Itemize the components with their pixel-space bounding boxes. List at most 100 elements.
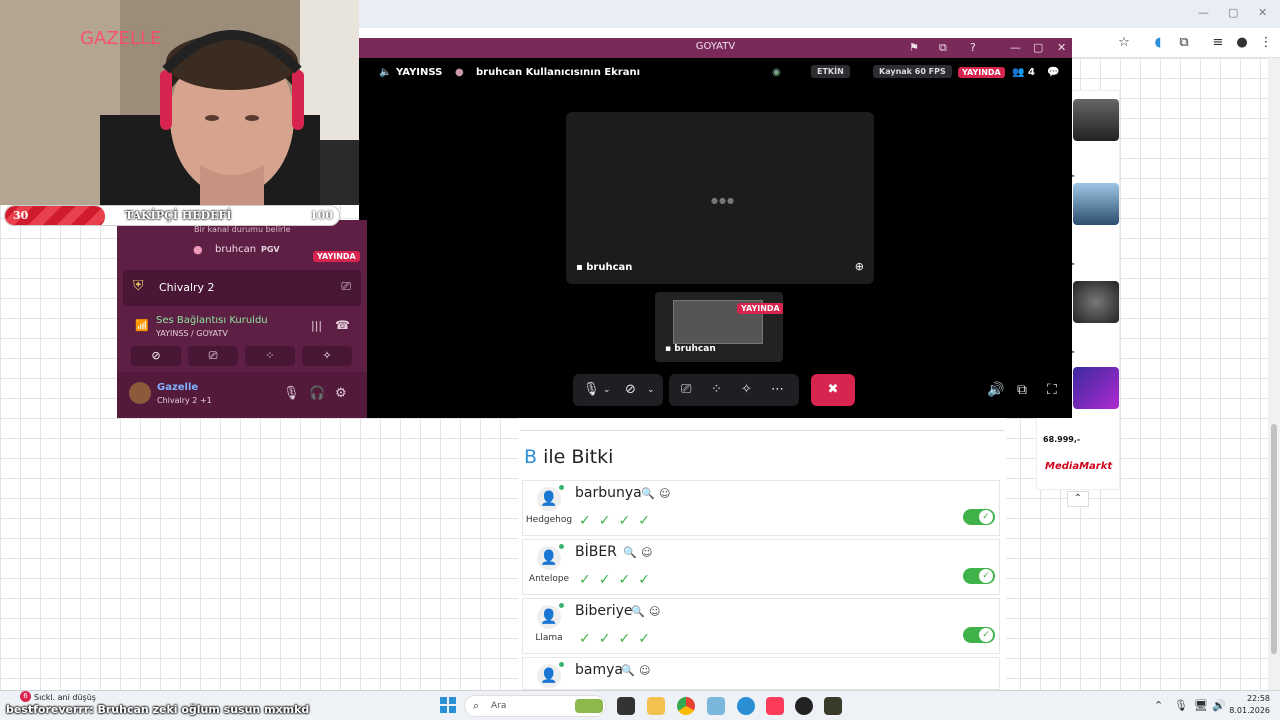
obs-app-icon[interactable]: [795, 697, 813, 715]
plant-row[interactable]: 👤 bamya 🔍 ☺: [522, 657, 1000, 690]
terminal-app-icon[interactable]: [617, 697, 635, 715]
ad-webcam-image[interactable]: [1073, 99, 1119, 141]
flag-icon[interactable]: ⚑: [909, 41, 919, 54]
maximize-icon[interactable]: ▢: [1228, 6, 1238, 19]
clock-date[interactable]: 8.01.2026: [1226, 706, 1270, 715]
kebab-menu-icon[interactable]: ⋮: [1258, 35, 1274, 51]
playlist-icon[interactable]: ≡: [1210, 35, 1226, 51]
help-app-icon[interactable]: [737, 697, 755, 715]
section-title: B ile Bitki: [524, 446, 613, 468]
follower-goal-bar: 30 TAKİPÇİ HEDEFİ 100: [4, 205, 340, 226]
notification-badge[interactable]: 6: [20, 691, 31, 702]
soundboard-button[interactable]: ✧: [302, 346, 352, 366]
help-icon[interactable]: ?: [970, 41, 976, 54]
my-username[interactable]: Gazelle: [157, 382, 198, 393]
close-icon[interactable]: ✕: [1258, 6, 1267, 19]
puzzle-icon[interactable]: ⧉: [1176, 35, 1192, 51]
webcam-feed: GAZELLE: [0, 0, 359, 205]
plant-row[interactable]: 👤 Llama Biberiye 🔍 ☺ ✓✓✓✓: [522, 598, 1000, 654]
toggle-switch[interactable]: [963, 627, 995, 643]
toggle-switch[interactable]: [963, 509, 995, 525]
profile-avatar-icon[interactable]: ●: [1234, 35, 1250, 51]
network-icon[interactable]: 🖥: [1194, 699, 1208, 712]
voice-status-title[interactable]: Ses Bağlantısı Kuruldu: [156, 315, 268, 326]
stream-video[interactable]: ●●● ▪ bruhcan ⊕: [566, 112, 874, 284]
microphone-tray-icon[interactable]: 🎙: [1174, 699, 1188, 712]
microphone-icon[interactable]: 🎙: [583, 382, 600, 397]
chat-icon[interactable]: 💬: [1047, 67, 1059, 78]
screen-icon[interactable]: ⧉: [939, 41, 947, 55]
check-marks: ✓✓✓✓: [579, 631, 658, 647]
smiley-icon[interactable]: ☺: [641, 546, 652, 559]
stream-game-icon[interactable]: ⎚: [341, 279, 351, 294]
search-icon[interactable]: 🔍: [623, 546, 637, 559]
leave-call-button[interactable]: ✖: [811, 374, 855, 406]
file-explorer-icon[interactable]: [647, 697, 665, 715]
my-avatar[interactable]: [129, 382, 151, 404]
channel-status-placeholder[interactable]: Bir kanal durumu belirle: [194, 225, 290, 234]
headphones-icon[interactable]: 🎧: [309, 386, 325, 401]
close-icon[interactable]: ✕: [1057, 41, 1066, 54]
minimize-icon[interactable]: —: [1198, 6, 1209, 19]
soundboard-icon[interactable]: ✧: [741, 382, 752, 397]
plant-row[interactable]: 👤 Hedgehog barbunya 🔍 ☺ ✓✓✓✓: [522, 480, 1000, 536]
settings-app-icon[interactable]: [707, 697, 725, 715]
maximize-icon[interactable]: ▢: [1033, 41, 1043, 54]
ad-monitor-image[interactable]: [1073, 183, 1119, 225]
quality-badge[interactable]: Kaynak 60 FPS: [873, 65, 952, 78]
chrome-icon[interactable]: [677, 697, 695, 715]
volume-icon[interactable]: 🔊: [987, 382, 1004, 398]
windows-start-icon[interactable]: [440, 697, 456, 713]
chevron-down-icon[interactable]: ⌄: [603, 385, 611, 395]
divider: [520, 430, 1004, 431]
smiley-icon[interactable]: ☺: [649, 605, 660, 618]
search-icon[interactable]: 🔍: [641, 487, 655, 500]
volume-tray-icon[interactable]: 🔊: [1212, 699, 1226, 712]
stream-thumbnail[interactable]: YAYINDA ▪ bruhcan: [655, 292, 783, 362]
zoom-icon[interactable]: ⊕: [855, 260, 864, 273]
scrollbar-thumb[interactable]: [1271, 424, 1277, 654]
settings-gear-icon[interactable]: ⚙: [335, 386, 347, 401]
plant-row[interactable]: 👤 Antelope BİBER 🔍 ☺ ✓✓✓✓: [522, 539, 1000, 595]
bookmark-star-icon[interactable]: ☆: [1116, 35, 1132, 51]
camera-off-icon[interactable]: ⊘: [625, 382, 636, 397]
fullscreen-icon[interactable]: ⛶: [1047, 382, 1057, 398]
taskbar-search[interactable]: ⌕ Ara: [464, 695, 606, 717]
camera-off-button[interactable]: ⊘: [131, 346, 181, 366]
screen-share-icon[interactable]: ⎚: [681, 382, 691, 397]
music-app-icon[interactable]: [766, 697, 784, 715]
activities-button[interactable]: ⁘: [245, 346, 295, 366]
weather-widget[interactable]: Sıckl. ani düşüş: [34, 693, 96, 702]
activity-icon[interactable]: ◉: [772, 67, 781, 78]
chevron-up-icon[interactable]: ⌃: [1154, 699, 1163, 712]
activities-icon[interactable]: ⁘: [711, 382, 722, 397]
mediamarkt-logo[interactable]: MediaMarkt: [1045, 461, 1112, 472]
disconnect-icon[interactable]: ☎: [335, 318, 350, 332]
clock-time[interactable]: 22:58: [1232, 694, 1270, 703]
search-icon[interactable]: 🔍: [631, 605, 645, 618]
channel-name[interactable]: YAYINSS: [396, 67, 442, 78]
game-activity-card[interactable]: ⛨ Chivalry 2 ⎚: [123, 270, 361, 306]
voice-user-row[interactable]: ● bruhcan PGV YAYINDA: [193, 242, 363, 262]
microphone-icon[interactable]: 🎙: [283, 386, 300, 401]
chevron-down-icon[interactable]: ⌄: [647, 385, 655, 395]
smiley-icon[interactable]: ☺: [639, 664, 650, 677]
game-app-icon[interactable]: [824, 697, 842, 715]
shield-icon: ⛨: [133, 278, 144, 294]
signal-icon[interactable]: 📶: [135, 319, 149, 332]
extension-icon[interactable]: ◖: [1150, 35, 1166, 51]
toggle-switch[interactable]: [963, 568, 995, 584]
ad-mouse-image[interactable]: [1073, 281, 1119, 323]
section-letter: B: [524, 446, 538, 468]
search-icon[interactable]: 🔍: [621, 664, 635, 677]
chevron-up-icon[interactable]: ⌃: [1067, 491, 1089, 507]
page-scrollbar[interactable]: [1268, 58, 1280, 690]
noise-suppression-icon[interactable]: |||: [311, 319, 322, 332]
screen-share-button[interactable]: ⎚: [188, 346, 238, 366]
smiley-icon[interactable]: ☺: [659, 487, 670, 500]
more-icon[interactable]: ⋯: [771, 382, 784, 397]
thumbnail-live-badge: YAYINDA: [737, 296, 783, 315]
minimize-icon[interactable]: —: [1010, 41, 1021, 54]
ad-gaming-monitor-image[interactable]: [1073, 367, 1119, 409]
popout-icon[interactable]: ⧉: [1017, 382, 1027, 398]
